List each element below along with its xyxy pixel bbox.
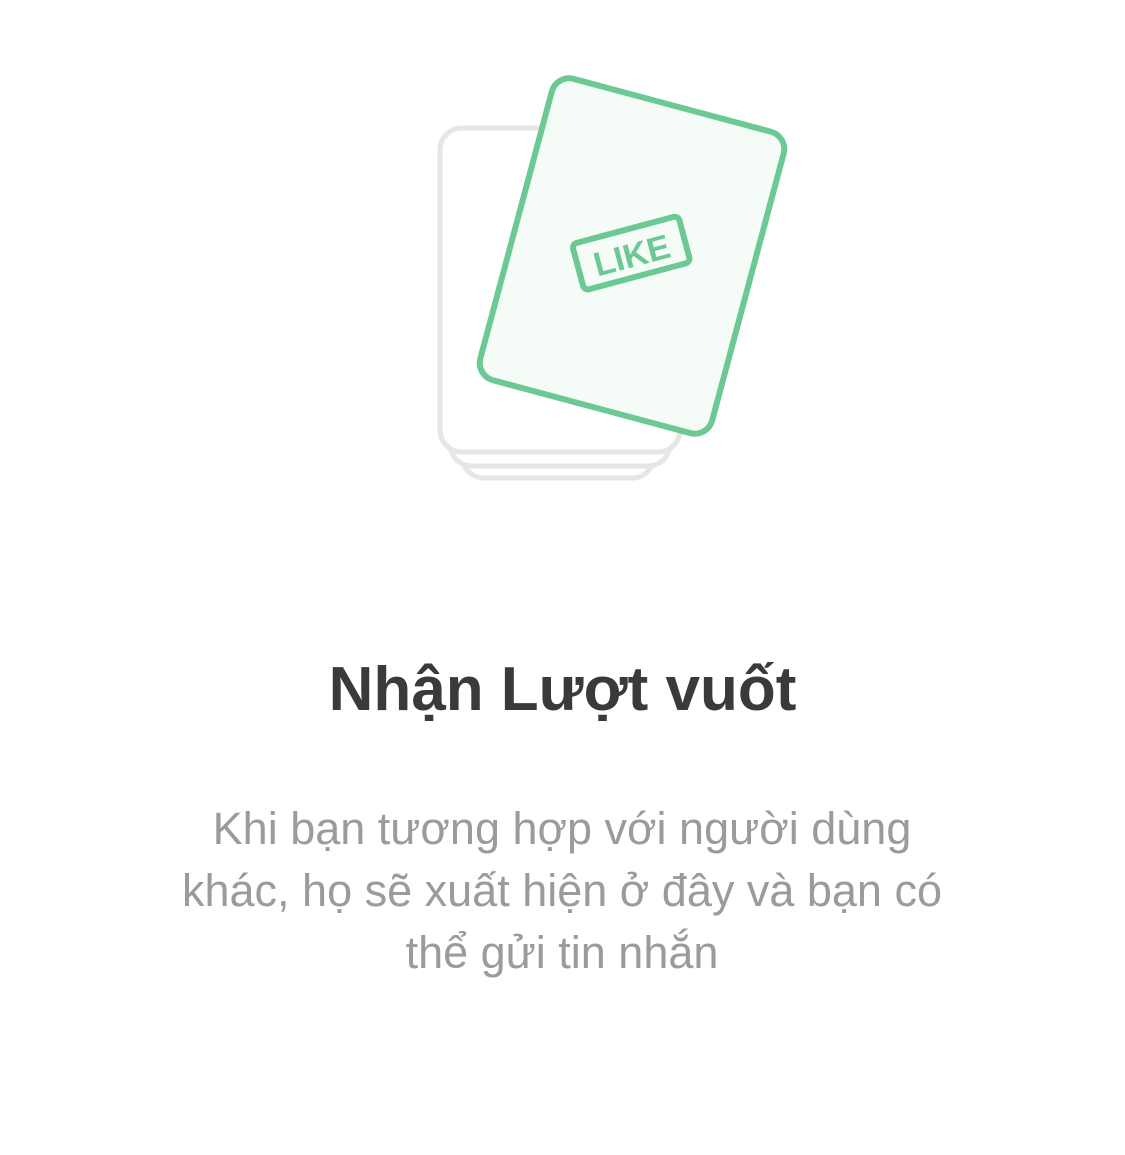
empty-state-description: Khi bạn tương hợp với người dùng khác, h… (182, 803, 942, 978)
empty-state-title: Nhận Lượt vuốt (328, 655, 797, 724)
like-cards-icon: LIKE (0, 0, 1125, 520)
matches-empty-state: LIKE Nhận Lượt vuốt Khi bạn tương hợp vớ… (0, 0, 1125, 1155)
